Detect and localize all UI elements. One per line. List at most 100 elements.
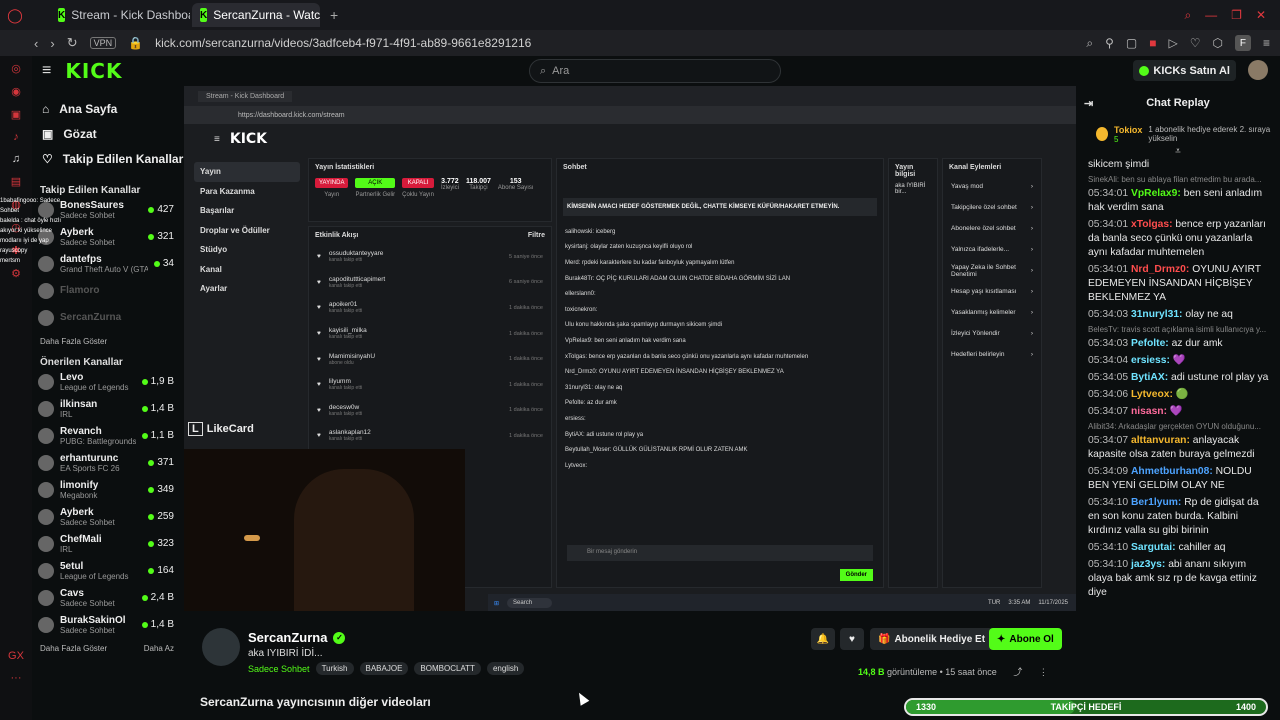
followed-show-more[interactable]: Daha Fazla Göster: [32, 331, 184, 351]
channel-item[interactable]: SercanZurna: [32, 304, 184, 331]
messenger-icon[interactable]: ◉: [11, 85, 21, 98]
search-tabs-icon[interactable]: ⌕: [1184, 8, 1191, 23]
browser-tab-dashboard[interactable]: K Stream - Kick Dashboard: [50, 3, 190, 27]
chat-username[interactable]: jaz3ys:: [1131, 559, 1165, 570]
url-field[interactable]: kick.com/sercanzurna/videos/3adfceb4-f97…: [155, 36, 531, 50]
profile-icon[interactable]: F: [1234, 35, 1251, 51]
chat-message: 05:34:01 VpRelax9: ben seni anladım hak …: [1076, 187, 1280, 215]
stream-tag[interactable]: english: [486, 662, 525, 675]
nav-home[interactable]: ⌂ Ana Sayfa: [32, 96, 184, 121]
channel-item[interactable]: limonify Megabonk 349: [32, 476, 184, 503]
music-icon[interactable]: ♪: [13, 131, 19, 143]
gift-sub-button[interactable]: 🎁 Abonelik Hediye Et: [870, 628, 994, 650]
channel-category: PUBG: Battlegrounds: [60, 436, 136, 446]
viewer-count-value: 427: [157, 204, 174, 215]
forward-icon[interactable]: ›: [50, 36, 54, 51]
kicks-buy-button[interactable]: KICKs Satın Al: [1133, 60, 1236, 81]
tiktok-icon[interactable]: ♫: [12, 153, 20, 165]
user-avatar[interactable]: [1248, 60, 1268, 80]
chat-username[interactable]: Ahmetburhan08:: [1131, 466, 1213, 477]
channel-item[interactable]: erhanturunc EA Sports FC 26 371: [32, 449, 184, 476]
maximize-icon[interactable]: ❐: [1231, 8, 1242, 23]
minimize-icon[interactable]: —: [1205, 8, 1217, 23]
chat-username[interactable]: 31nuryl31:: [1131, 309, 1183, 320]
chat-arrow-icon[interactable]: ⩡: [1076, 147, 1280, 158]
menu-icon[interactable]: ≡: [1263, 36, 1270, 50]
chat-username[interactable]: BytiAX:: [1131, 372, 1168, 383]
streamer-avatar[interactable]: [202, 628, 240, 666]
twitch-icon[interactable]: ▤: [11, 175, 21, 188]
chat-username[interactable]: VpRelax9:: [1131, 188, 1181, 199]
chat-username[interactable]: alttanvuran:: [1131, 435, 1190, 446]
search-input[interactable]: ⌕ Ara: [529, 59, 781, 83]
nav-following[interactable]: ♡ Takip Edilen Kanallar: [32, 146, 184, 171]
channel-item[interactable]: Levo League of Legends 1,9 B: [32, 368, 184, 395]
channel-item[interactable]: Cavs Sadece Sohbet 2,4 B: [32, 584, 184, 611]
other-videos-heading: SercanZurna yayıncısının diğer videoları: [200, 695, 431, 709]
video-chat-line: Nrd_Drmz0: OYUNU AYIRT EDEMEYEN İNSANDAN…: [565, 369, 784, 376]
pin-icon[interactable]: ⚲: [1105, 36, 1114, 50]
channel-item[interactable]: BurakSakinOl Sadece Sohbet 1,4 B: [32, 611, 184, 638]
chat-username[interactable]: Lytveox:: [1131, 389, 1173, 400]
chat-username[interactable]: ersiess:: [1131, 355, 1170, 366]
channel-item[interactable]: Revanch PUBG: Battlegrounds 1,1 B: [32, 422, 184, 449]
viewer-count-value: 1,9 B: [150, 376, 174, 387]
chevron-right-icon: ›: [1030, 246, 1033, 253]
close-icon[interactable]: ✕: [1256, 8, 1266, 23]
aria-icon[interactable]: ◎: [11, 62, 21, 75]
chevron-right-icon: ›: [1030, 330, 1033, 337]
heart-icon[interactable]: ♡: [1190, 36, 1201, 50]
nav-browse[interactable]: ▣ Gözat: [32, 121, 184, 146]
gx-icon[interactable]: GX: [8, 650, 24, 662]
record-icon[interactable]: ■: [1149, 36, 1156, 50]
instagram-icon[interactable]: ▣: [11, 108, 21, 121]
subscribe-button[interactable]: ✦ Abone Ol: [989, 628, 1062, 650]
more-icon[interactable]: ···: [11, 672, 22, 684]
back-icon[interactable]: ‹: [34, 36, 38, 51]
snapshot-icon[interactable]: ▢: [1126, 36, 1137, 50]
video-player[interactable]: Stream - Kick Dashboard https://dashboar…: [184, 86, 1076, 611]
activity-item: ♥ MamimisinyahU abone oldu 1 dakika önce: [309, 346, 551, 372]
settings-icon[interactable]: ⚙: [11, 267, 21, 280]
channel-item[interactable]: Ayberk Sadece Sohbet 259: [32, 503, 184, 530]
follow-button[interactable]: ♥: [840, 628, 864, 650]
more-options-icon[interactable]: ⋮: [1039, 667, 1048, 677]
browser-tab-watch[interactable]: K SercanZurna - Watch: [192, 3, 320, 27]
kick-logo[interactable]: KICK: [65, 59, 122, 83]
show-less-button[interactable]: Daha Az: [144, 644, 174, 653]
show-more-button[interactable]: Daha Fazla Göster: [40, 644, 107, 653]
channel-item[interactable]: ilkinsan IRL 1,4 B: [32, 395, 184, 422]
chat-username[interactable]: Ber1lyum:: [1131, 497, 1181, 508]
chat-username[interactable]: xTolgas:: [1131, 219, 1173, 230]
share-icon[interactable]: ⤴: [1013, 667, 1022, 677]
notification-button[interactable]: 🔔: [811, 628, 835, 650]
chat-username[interactable]: Sargutai:: [1131, 542, 1176, 553]
play-icon[interactable]: ▷: [1169, 36, 1178, 50]
chat-username[interactable]: Nrd_Drmz0:: [1131, 264, 1189, 275]
channel-item[interactable]: 5etul League of Legends 164: [32, 557, 184, 584]
channel-item[interactable]: Flamoro: [32, 277, 184, 304]
video-chat-line: Merd: rpdeki karakterlere bu kadar fanbo…: [565, 259, 735, 266]
viewer-count: 34: [153, 258, 184, 269]
stream-tag[interactable]: Turkish: [315, 662, 354, 675]
streamer-name[interactable]: SercanZurna: [248, 630, 327, 645]
extensions-icon[interactable]: ⬡: [1213, 36, 1223, 50]
video-chat-line: Pefolte: az dur amk: [565, 400, 617, 407]
collapse-chat-icon[interactable]: ⇥: [1084, 97, 1093, 110]
stream-tag[interactable]: BABAJOE: [359, 662, 409, 675]
tab-label: SercanZurna - Watch: [213, 8, 320, 22]
chat-username[interactable]: nisasn:: [1131, 406, 1167, 417]
chat-username[interactable]: Pefolte:: [1131, 338, 1169, 349]
opera-logo-icon[interactable]: ◯: [0, 0, 30, 30]
new-tab-button[interactable]: +: [322, 7, 346, 23]
stream-tag[interactable]: BOMBOCLATT: [414, 662, 481, 675]
reload-icon[interactable]: ↻: [67, 35, 78, 51]
stream-category[interactable]: Sadece Sohbet: [248, 664, 310, 674]
pinned-user[interactable]: Tokiox: [1114, 125, 1142, 135]
nav-home-label: Ana Sayfa: [59, 101, 118, 116]
hamburger-icon[interactable]: ≡: [42, 62, 51, 80]
vpn-badge[interactable]: VPN: [89, 37, 117, 49]
channel-item[interactable]: ChefMali IRL 323: [32, 530, 184, 557]
kicks-label: KICKs Satın Al: [1153, 64, 1230, 77]
zoom-icon[interactable]: ⌕: [1086, 36, 1093, 51]
